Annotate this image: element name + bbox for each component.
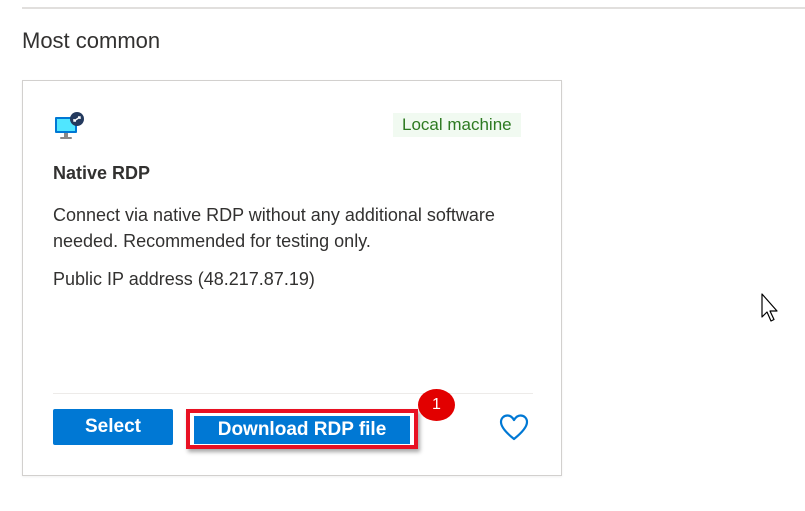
- top-divider: [22, 7, 805, 9]
- local-machine-tag: Local machine: [393, 113, 521, 137]
- monitor-connect-icon: [55, 112, 84, 139]
- page: Most common Local machine Native RDP Con…: [0, 0, 805, 511]
- public-ip-address: Public IP address (48.217.87.19): [53, 269, 315, 289]
- card-title: Native RDP: [53, 163, 151, 183]
- heart-icon[interactable]: [498, 412, 530, 444]
- mouse-pointer-icon: [761, 293, 778, 322]
- download-highlight-box: Download RDP file: [186, 409, 418, 449]
- step-number-badge: 1: [418, 389, 455, 421]
- download-rdp-file-button[interactable]: Download RDP file: [194, 416, 410, 444]
- select-button[interactable]: Select: [53, 409, 173, 445]
- native-rdp-card: Local machine Native RDP Connect via nat…: [22, 80, 562, 476]
- card-description: Connect via native RDP without any addit…: [53, 205, 495, 251]
- section-title: Most common: [22, 28, 161, 53]
- card-footer-divider: [53, 393, 533, 394]
